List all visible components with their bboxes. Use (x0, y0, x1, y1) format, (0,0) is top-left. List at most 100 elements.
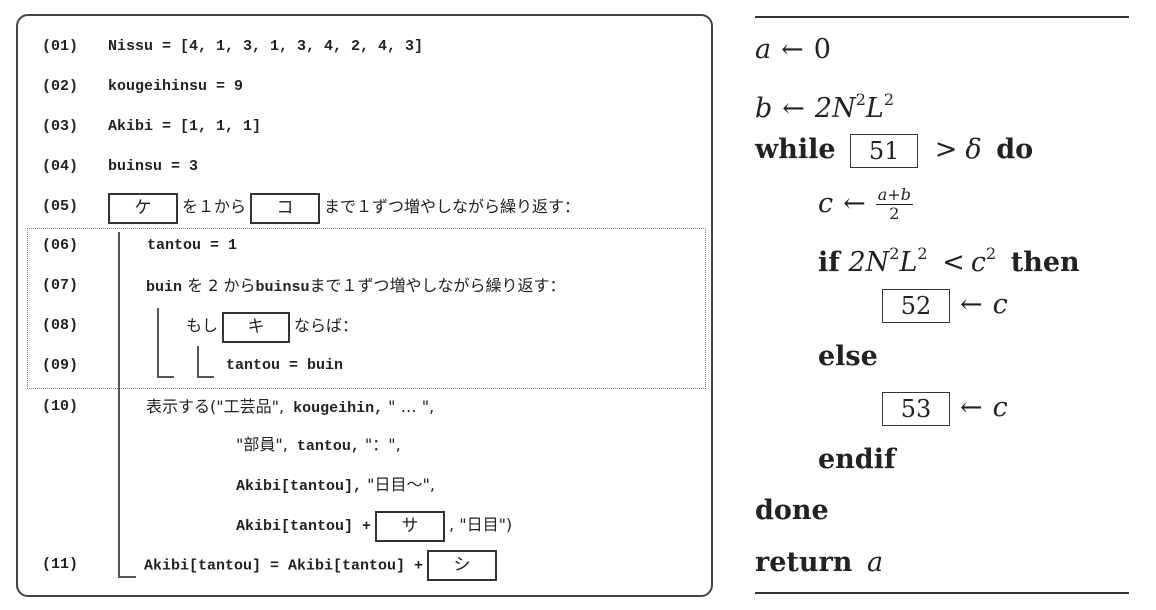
value: L (865, 93, 884, 124)
keyword-if: if (818, 247, 840, 278)
value: 2N (814, 93, 856, 124)
operator: > (934, 134, 958, 165)
if-bracket-end (197, 376, 214, 378)
expr: L (899, 247, 918, 278)
if-bracket (197, 346, 199, 376)
line-number: (04) (42, 158, 79, 175)
code-text: もしキならば： (186, 311, 358, 343)
assign-arrow-icon: ← (781, 34, 804, 65)
blank-ki[interactable]: キ (222, 311, 291, 343)
operator: < (942, 247, 965, 278)
fraction-denominator: 2 (889, 204, 900, 223)
loop-bracket-outer (118, 232, 120, 577)
code-text: buin を 2 からbuinsuまで１ずつ増やしながら繰り返す： (146, 271, 566, 303)
exponent: 2 (889, 244, 900, 263)
string-literal: "部員", (236, 435, 288, 454)
loop-text-from: を 2 から (182, 276, 256, 295)
code-var: Akibi[tantou] + (236, 518, 372, 535)
exponent: 2 (917, 244, 928, 263)
loop-bracket-inner-end (157, 376, 174, 378)
code-text: Akibi[tantou] = Akibi[tantou] + シ (144, 550, 501, 581)
line-number: (01) (42, 38, 79, 55)
string-literal: , "日目") (449, 515, 513, 534)
algo-line-then-assign: 52 ← c (882, 285, 1008, 325)
blank-ko[interactable]: コ (250, 192, 321, 224)
blank-ke[interactable]: ケ (108, 192, 178, 224)
display-call-text: 表示する("工芸品", (146, 397, 285, 416)
if-text: もし (186, 316, 219, 335)
code-text: 表示する("工芸品", kougeihin, " … ", (146, 392, 434, 424)
loop-text-from: を１から (182, 197, 247, 216)
line-number: (10) (42, 398, 79, 415)
code-var: tantou, (287, 438, 360, 455)
var-b: b (755, 93, 773, 124)
code-var: kougeihin, (284, 400, 384, 417)
keyword-then: then (1010, 247, 1080, 278)
algo-line-init-a: a ← 0 (755, 30, 831, 70)
line-number: (11) (42, 556, 79, 573)
code-text: Akibi[tantou], "日目～", (236, 470, 435, 502)
string-literal: "：", (359, 435, 401, 454)
top-rule (755, 16, 1129, 18)
var-a: a (866, 547, 884, 578)
assign-arrow-icon: ← (782, 93, 805, 124)
blank-52[interactable]: 52 (882, 288, 950, 323)
string-literal: " … ", (383, 397, 435, 416)
loop-text-until: まで１ずつ増やしながら繰り返す： (309, 276, 566, 295)
keyword-while: while (755, 134, 836, 165)
algo-line-endif: endif (818, 440, 896, 480)
code-text: kougeihinsu = 9 (108, 78, 244, 95)
algo-line-else: else (818, 337, 878, 377)
keyword-endif: endif (818, 444, 896, 475)
line-number: (05) (42, 198, 79, 215)
algo-line-else-assign: 53 ← c (882, 388, 1008, 428)
code-text: Akibi = [1, 1, 1] (108, 118, 262, 135)
code-var: buin (146, 279, 183, 296)
blank-shi[interactable]: シ (427, 550, 498, 581)
code-text: tantou = buin (226, 357, 344, 374)
code-var: buinsu (255, 279, 310, 296)
var-delta: δ (965, 134, 982, 165)
var-c: c (970, 247, 986, 278)
blank-51[interactable]: 51 (850, 133, 919, 168)
var-c: c (992, 289, 1008, 320)
keyword-done: done (755, 495, 829, 526)
dotted-highlight-block (27, 228, 706, 389)
assign-arrow-icon: ← (960, 392, 983, 423)
blank-53[interactable]: 53 (882, 391, 950, 426)
fraction-numerator: a+b (875, 185, 913, 205)
assign-arrow-icon: ← (960, 289, 983, 320)
algo-line-done: done (755, 491, 829, 531)
loop-bracket-outer-end (118, 576, 136, 578)
code-text: "部員", tantou, "：", (236, 430, 401, 462)
fraction: a+b 2 (875, 185, 913, 223)
line-number: (02) (42, 78, 79, 95)
algo-line-return: return a (755, 543, 883, 583)
code-var: Akibi[tantou], (236, 478, 363, 495)
code-var: Akibi[tantou] = Akibi[tantou] + (144, 557, 424, 575)
loop-bracket-inner (157, 308, 159, 376)
algo-line-init-b: b ← 2N2L2 (755, 80, 894, 124)
code-text: ケを１からコまで１ずつ増やしながら繰り返す： (104, 192, 580, 224)
line-number: (08) (42, 317, 79, 334)
loop-text-until: まで１ずつ増やしながら繰り返す： (324, 197, 581, 216)
var-c: c (992, 392, 1008, 423)
algo-line-while: while 51 > δ do (755, 130, 1033, 170)
then-text: ならば： (294, 316, 359, 335)
value: 0 (813, 34, 831, 65)
line-number: (03) (42, 118, 79, 135)
code-text: buinsu = 3 (108, 158, 199, 175)
var-a: a (755, 34, 772, 65)
bottom-rule (755, 592, 1129, 594)
line-number: (09) (42, 357, 79, 374)
line-number: (06) (42, 237, 79, 254)
exponent: 2 (985, 244, 997, 263)
var-c: c (818, 188, 834, 219)
exponent: 2 (855, 90, 866, 109)
algo-line-assign-c: c ← a+b 2 (818, 184, 913, 224)
assign-arrow-icon: ← (843, 188, 866, 219)
code-text: tantou = 1 (147, 237, 238, 254)
code-text: Nissu = [4, 1, 3, 1, 3, 4, 2, 4, 3] (108, 38, 424, 55)
blank-sa[interactable]: サ (375, 510, 446, 542)
string-literal: "日目～", (362, 475, 435, 494)
